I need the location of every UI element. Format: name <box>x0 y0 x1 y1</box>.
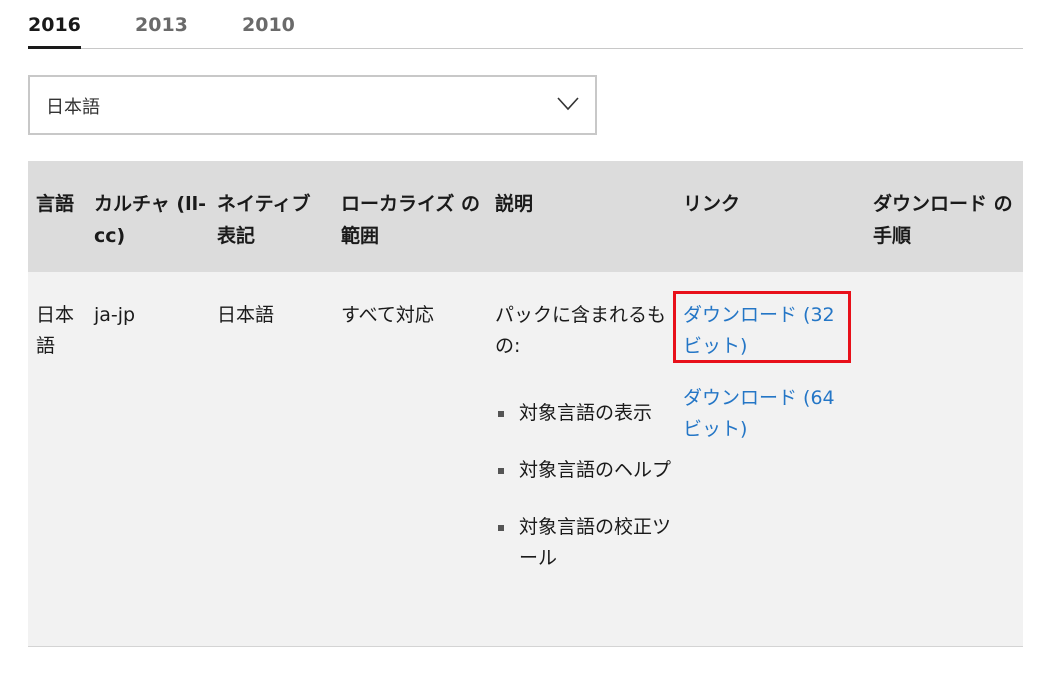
tab-2010[interactable]: 2010 <box>242 14 295 48</box>
language-select[interactable]: 日本語 <box>28 75 597 135</box>
cell-culture: ja-jp <box>94 304 136 326</box>
cell-description-intro: パックに含まれるもの: <box>495 304 667 357</box>
list-item: 対象言語の表示 <box>495 398 675 429</box>
feature-label: 対象言語の校正ツール <box>519 516 672 569</box>
cell-localization-scope: すべて対応 <box>341 304 434 326</box>
download-64bit-link[interactable]: ダウンロード (64 ビット) <box>683 383 853 445</box>
bullet-icon <box>498 525 504 531</box>
tab-2013[interactable]: 2013 <box>135 14 188 48</box>
tab-2016[interactable]: 2016 <box>28 14 81 49</box>
chevron-down-icon <box>557 97 579 111</box>
version-tabs: 2016 2013 2010 <box>28 0 1023 49</box>
table-header: 言語 カルチャ (ll-cc) ネイティブ 表記 ローカライズ の範囲 説明 リ… <box>28 161 1023 272</box>
header-culture: カルチャ (ll-cc) <box>94 193 207 247</box>
bullet-icon <box>498 468 504 474</box>
feature-list: 対象言語の表示 対象言語のヘルプ 対象言語の校正ツール <box>495 398 675 600</box>
bullet-icon <box>498 411 504 417</box>
cell-language: 日本語 <box>36 304 75 357</box>
header-localization-scope: ローカライズ の範囲 <box>341 193 481 247</box>
list-item: 対象言語のヘルプ <box>495 455 675 486</box>
cell-native-name: 日本語 <box>217 304 275 326</box>
feature-label: 対象言語の表示 <box>519 402 653 424</box>
feature-label: 対象言語のヘルプ <box>519 459 672 481</box>
highlight-box <box>673 291 851 363</box>
header-links: リンク <box>683 193 741 215</box>
language-select-value: 日本語 <box>46 97 100 118</box>
header-download-steps: ダウンロード の手順 <box>873 193 1013 247</box>
header-description: 説明 <box>495 193 534 215</box>
language-pack-table: 言語 カルチャ (ll-cc) ネイティブ 表記 ローカライズ の範囲 説明 リ… <box>28 161 1023 647</box>
header-native-name: ネイティブ 表記 <box>217 193 311 247</box>
header-language: 言語 <box>36 193 75 215</box>
list-item: 対象言語の校正ツール <box>495 512 675 574</box>
